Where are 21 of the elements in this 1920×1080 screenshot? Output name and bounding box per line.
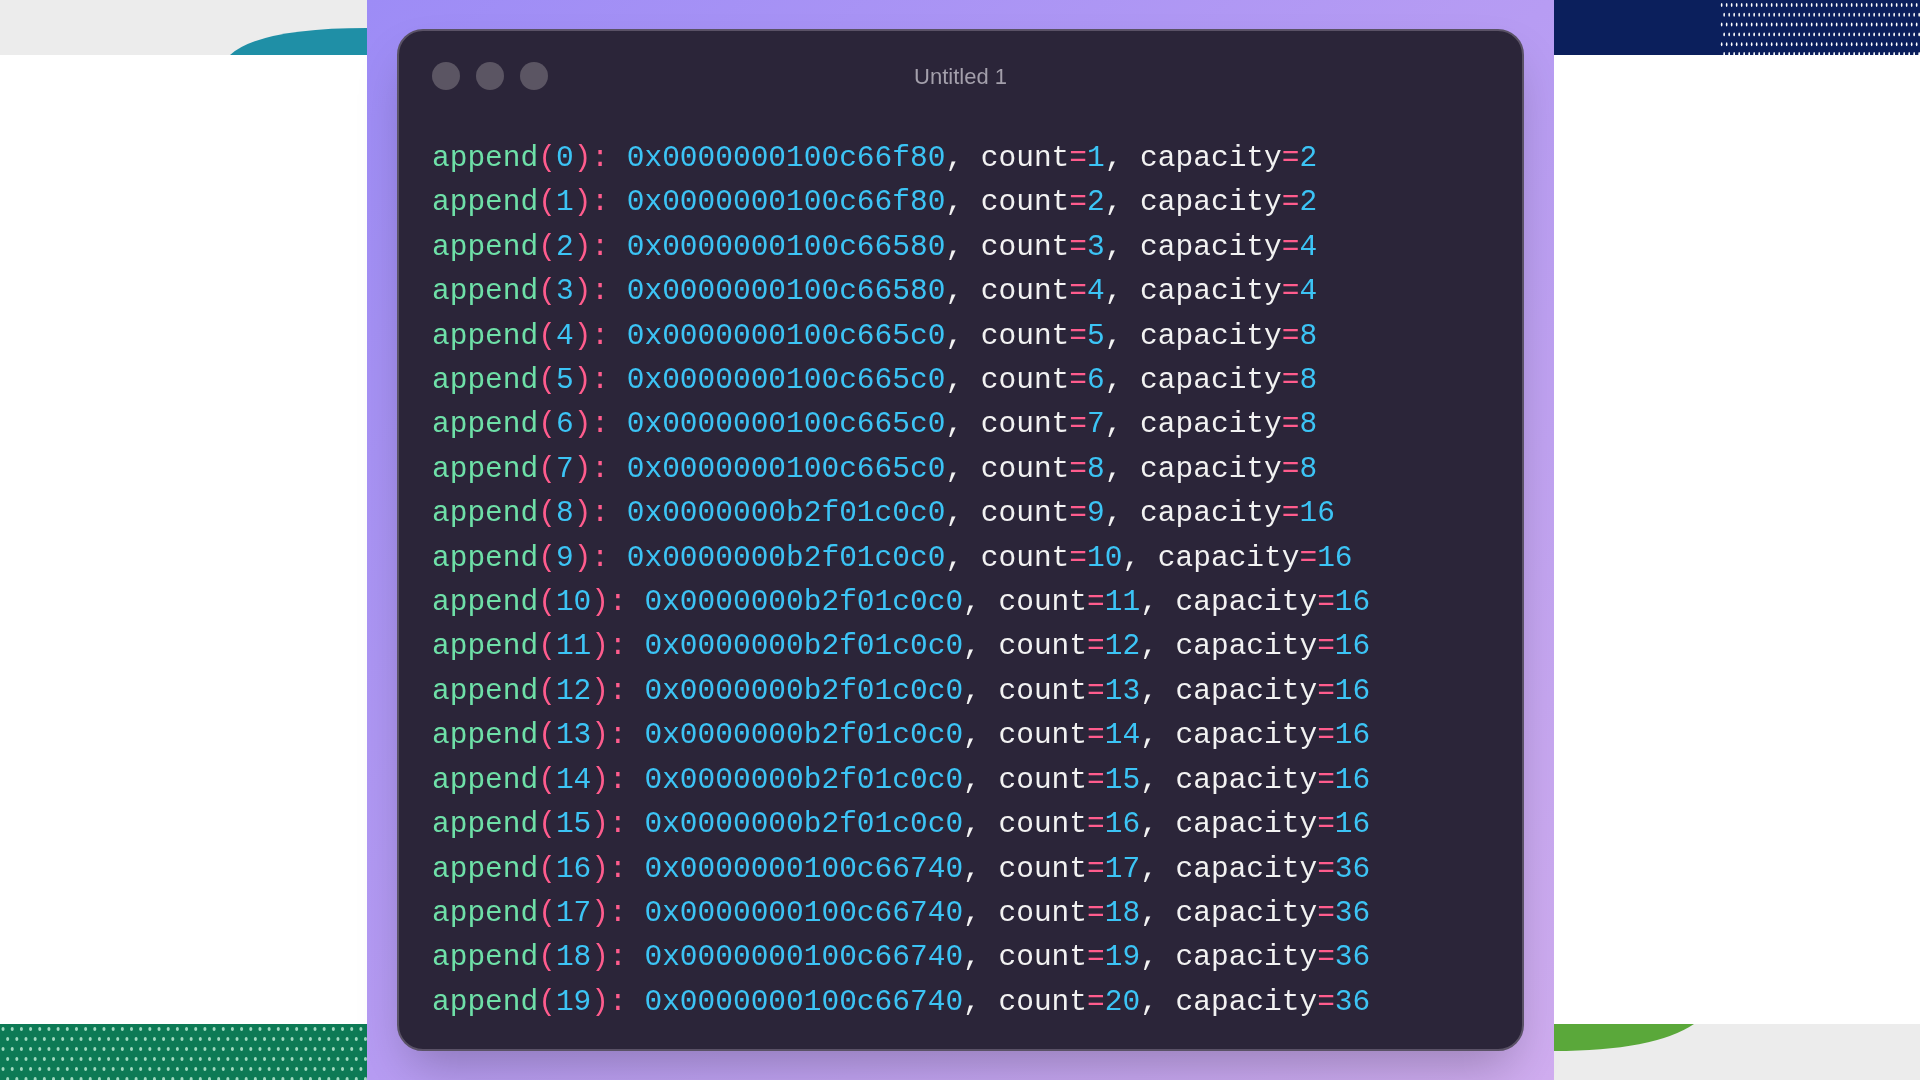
code-line: append(6): 0x0000000100c665c0, count=7, capacity=8 [432,406,1319,444]
code-line: append(16): 0x0000000100c66740, count=17, capacity=36 [432,850,1372,888]
code-line: append(13): 0x0000000b2f01c0c0, count=14, capacity=16 [432,717,1372,755]
code-line: append(9): 0x0000000b2f01c0c0, count=10, capacity=16 [432,539,1354,577]
code-line: append(15): 0x0000000b2f01c0c0, count=16, capacity=16 [432,806,1372,844]
code-line: append(3): 0x0000000100c66580, count=4, capacity=4 [432,273,1319,311]
code-line: append(8): 0x0000000b2f01c0c0, count=9, capacity=16 [432,495,1336,533]
code-line: append(7): 0x0000000100c665c0, count=8, capacity=8 [432,450,1319,488]
code-line: append(1): 0x0000000100c66f80, count=2, capacity=2 [432,184,1319,222]
code-line: append(0): 0x0000000100c66f80, count=1, capacity=2 [432,140,1319,177]
code-line: append(2): 0x0000000100c66580, count=3, capacity=4 [432,228,1319,266]
code-line: append(5): 0x0000000100c665c0, count=6, capacity=8 [432,362,1319,400]
code-line: append(19): 0x0000000100c66740, count=20, capacity=36 [432,983,1372,1021]
code-line: append(17): 0x0000000100c66740, count=18, capacity=36 [432,894,1372,932]
code-line: append(12): 0x0000000b2f01c0c0, count=13, capacity=16 [432,672,1372,710]
code-line: append(4): 0x0000000100c665c0, count=5, capacity=8 [432,317,1319,355]
code-line: append(10): 0x0000000b2f01c0c0, count=11, capacity=16 [432,584,1372,622]
window-title: Untitled 1 [914,62,1007,91]
code-line: append(18): 0x0000000100c66740, count=19, capacity=36 [432,939,1372,977]
code-line: append(14): 0x0000000b2f01c0c0, count=15, capacity=16 [432,761,1372,799]
code-line: append(11): 0x0000000b2f01c0c0, count=12, capacity=16 [432,628,1372,666]
